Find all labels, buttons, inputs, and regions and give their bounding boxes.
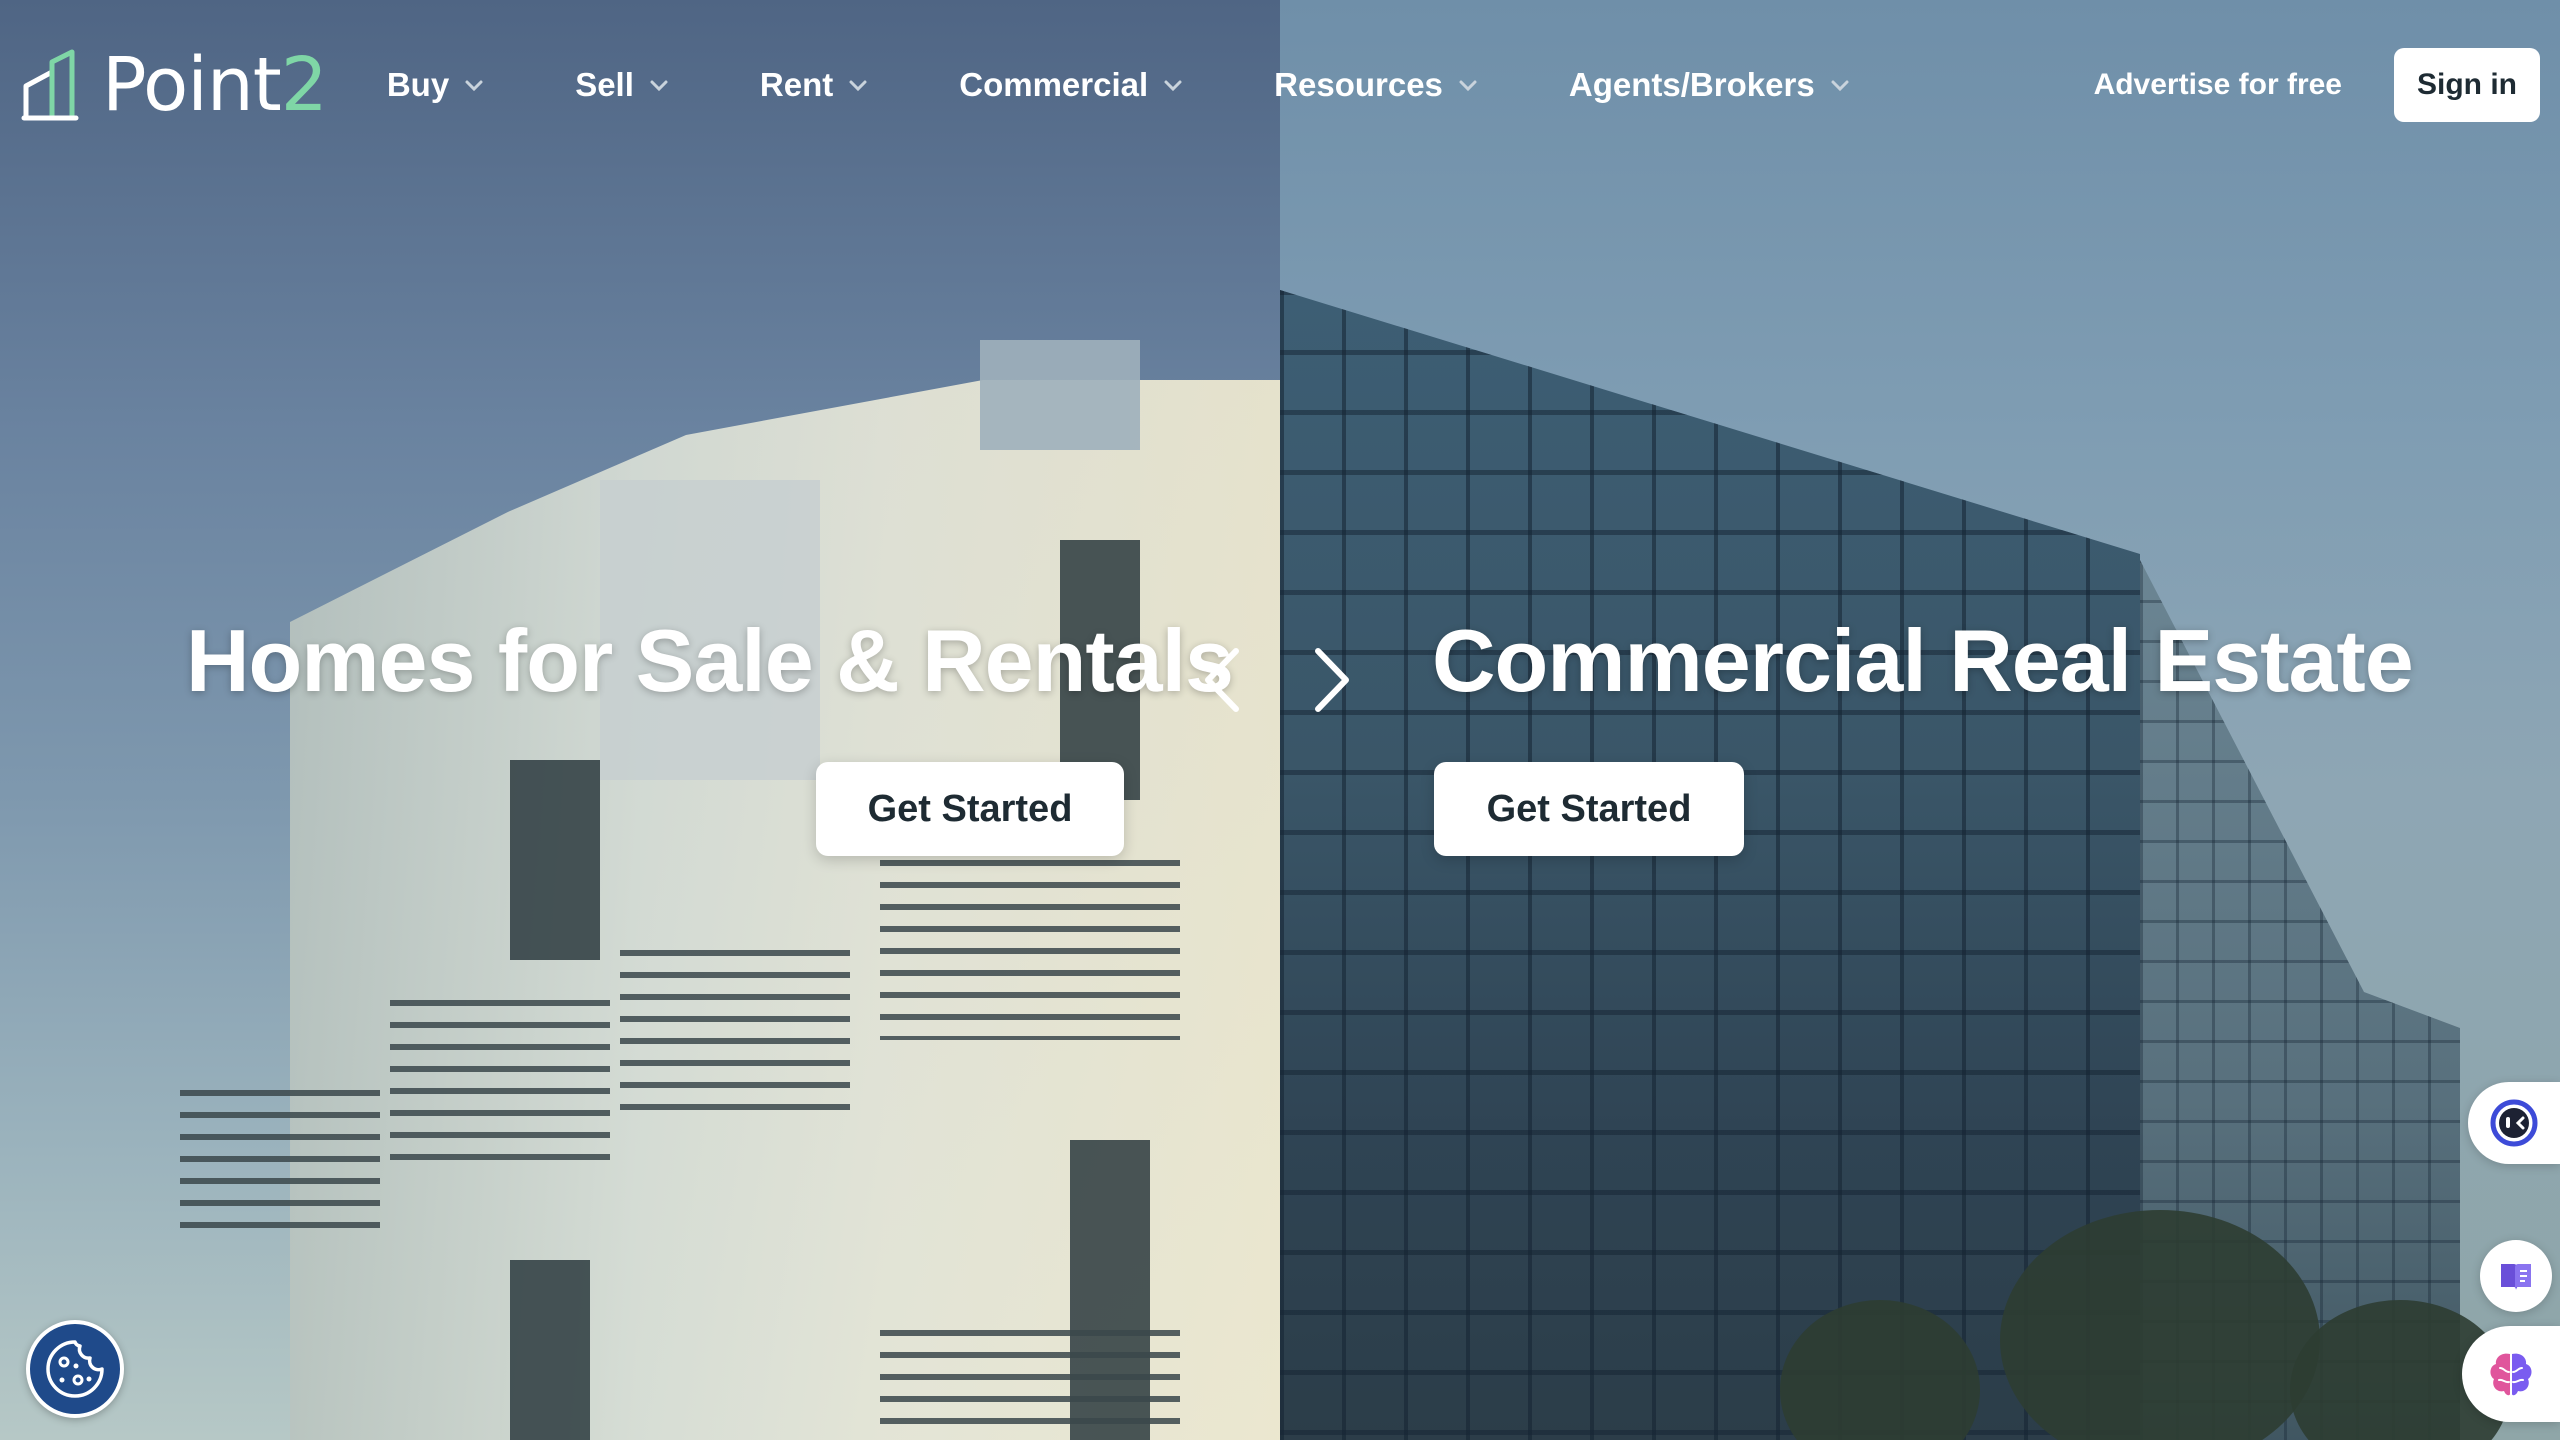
balcony-railing [180, 1090, 380, 1240]
balcony-railing [880, 1330, 1180, 1440]
logo-wordmark-accent: 2 [280, 42, 328, 128]
chevron-down-icon [849, 80, 867, 92]
chevron-down-icon [1831, 80, 1849, 92]
apartment-roof-image [980, 340, 1140, 450]
cookie-icon [46, 1340, 104, 1398]
sign-in-button[interactable]: Sign in [2394, 48, 2540, 122]
balcony-railing [390, 1000, 610, 1160]
chevron-left-icon [1205, 648, 1239, 712]
logo-wordmark: Point2 [102, 42, 328, 128]
main-nav: Buy Sell Rent Commercial Resources Agent… [387, 55, 1851, 115]
cookie-settings-button[interactable] [26, 1320, 124, 1418]
nav-item-buy[interactable]: Buy [387, 55, 485, 115]
reader-widget-button[interactable] [2480, 1240, 2552, 1312]
carousel-prev-button[interactable] [1192, 640, 1252, 720]
ai-assistant-widget-button[interactable] [2462, 1326, 2560, 1422]
commercial-get-started-button[interactable]: Get Started [1434, 762, 1744, 856]
brain-icon [2490, 1353, 2532, 1396]
hero-residential-background [0, 0, 1280, 1440]
header-actions: Advertise for free Sign in [2094, 48, 2540, 122]
chat-bot-icon [2490, 1099, 2538, 1147]
balcony-railing [620, 950, 850, 1120]
carousel-next-button[interactable] [1302, 640, 1362, 720]
hero-commercial-title: Commercial Real Estate [1432, 611, 2414, 710]
building-window [510, 1260, 590, 1440]
page: Point2 Buy Sell Rent Commercial Resource… [0, 0, 2560, 1440]
chevron-down-icon [1459, 80, 1477, 92]
nav-item-label: Resources [1274, 66, 1443, 103]
nav-item-resources[interactable]: Resources [1274, 55, 1479, 115]
advertise-link[interactable]: Advertise for free [2094, 68, 2342, 102]
logo-wordmark-main: Point [102, 42, 282, 128]
nav-item-sell[interactable]: Sell [575, 55, 670, 115]
nav-item-agents-brokers[interactable]: Agents/Brokers [1569, 55, 1851, 115]
nav-item-label: Sell [575, 66, 634, 103]
nav-item-label: Commercial [959, 66, 1149, 103]
chat-widget-button[interactable] [2468, 1082, 2560, 1164]
chevron-down-icon [465, 80, 483, 92]
house-logo-icon [21, 49, 79, 121]
glass-office-building-image [1280, 290, 2140, 1440]
nav-item-commercial[interactable]: Commercial [959, 55, 1184, 115]
site-header: Point2 Buy Sell Rent Commercial Resource… [0, 0, 2560, 170]
book-icon [2501, 1264, 2531, 1290]
point2-logo[interactable]: Point2 [20, 40, 328, 130]
nav-item-label: Agents/Brokers [1568, 66, 1815, 103]
hero-commercial-background [1280, 0, 2560, 1440]
chevron-down-icon [650, 80, 668, 92]
nav-item-rent[interactable]: Rent [760, 55, 869, 115]
building-window [510, 760, 600, 960]
nav-item-label: Buy [386, 66, 450, 103]
nav-item-label: Rent [759, 66, 834, 103]
chevron-right-icon [1315, 648, 1349, 712]
residential-get-started-button[interactable]: Get Started [816, 762, 1124, 856]
balcony-railing [880, 860, 1180, 1040]
hero-residential-title: Homes for Sale & Rentals [186, 611, 1234, 710]
chevron-down-icon [1164, 80, 1182, 92]
